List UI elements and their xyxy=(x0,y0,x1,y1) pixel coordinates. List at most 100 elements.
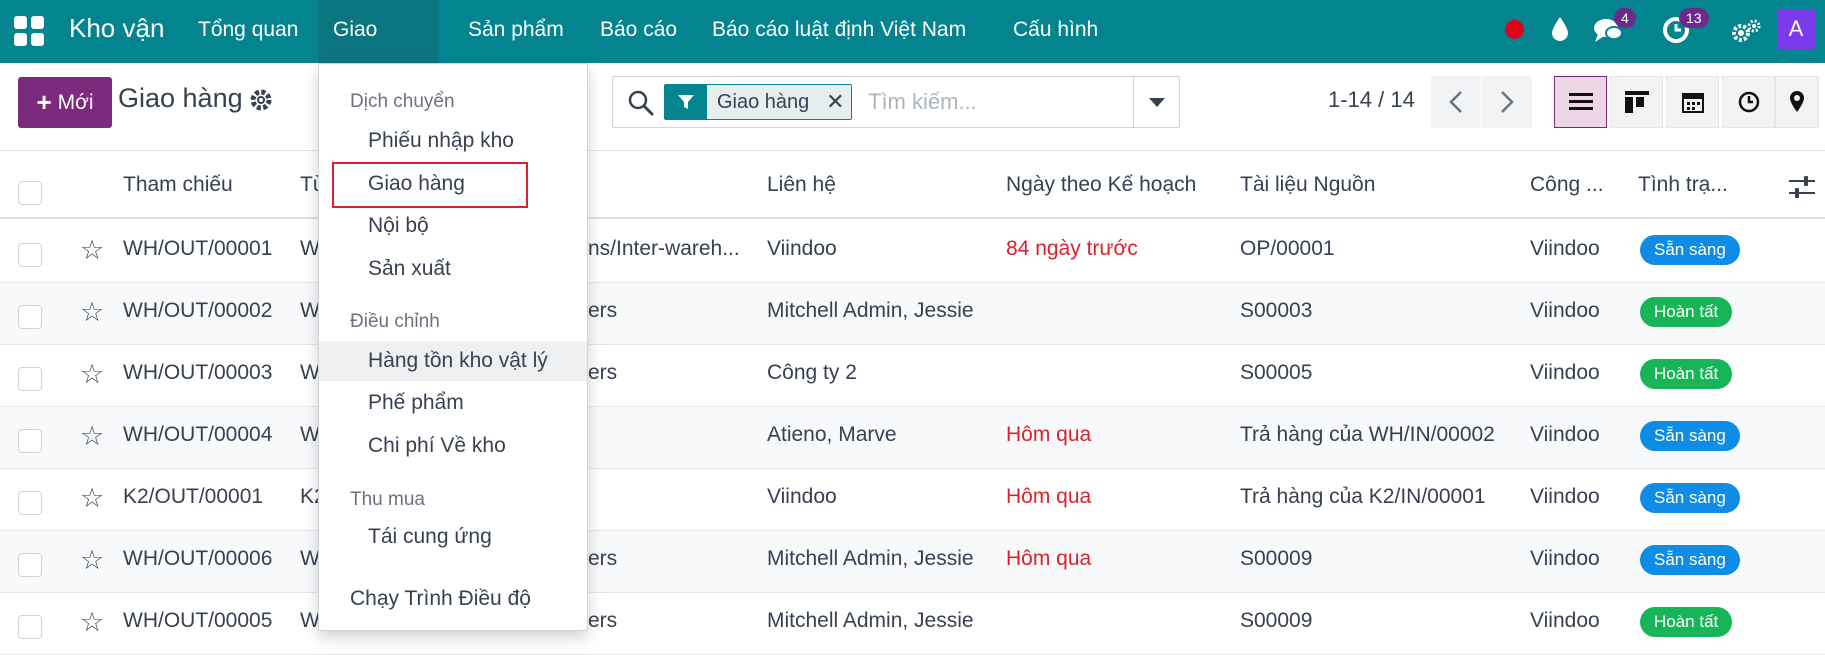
apps-menu-icon[interactable] xyxy=(14,16,44,46)
row-checkbox[interactable] xyxy=(18,243,42,267)
nav-overview[interactable]: Tổng quan xyxy=(183,0,313,63)
pager-previous-button[interactable] xyxy=(1431,76,1481,128)
menu-item-scrap[interactable]: Phế phẩm xyxy=(319,383,587,423)
cell-reference: WH/OUT/00001 xyxy=(123,237,273,260)
gear-icon[interactable] xyxy=(248,87,274,113)
page-title: Giao hàng xyxy=(118,83,243,113)
nav-products[interactable]: Sản phẩm xyxy=(453,0,579,63)
menu-item-manufacturing[interactable]: Sản xuất xyxy=(319,249,587,289)
star-icon[interactable]: ☆ xyxy=(80,545,104,576)
chevron-left-icon xyxy=(1449,91,1462,113)
pager-value[interactable]: 1-14 / 14 xyxy=(1328,87,1415,113)
column-scheduled-date[interactable]: Ngày theo Kế hoạch xyxy=(1006,173,1196,197)
cell-source-document: Trả hàng của K2/IN/00001 xyxy=(1240,485,1486,508)
column-status[interactable]: Tình trạ... xyxy=(1638,173,1728,197)
table-header: Tham chiếu Từ Liên hệ Ngày theo Kế hoạch… xyxy=(0,151,1825,219)
column-company[interactable]: Công ... xyxy=(1530,173,1604,197)
menu-item-internal[interactable]: Nội bộ xyxy=(319,206,587,246)
status-dot-icon[interactable] xyxy=(1505,20,1524,39)
star-icon[interactable]: ☆ xyxy=(80,235,104,266)
status-badge: Hoàn tất xyxy=(1640,607,1733,637)
cell-company: Viindoo xyxy=(1530,361,1600,384)
calendar-icon xyxy=(1681,93,1704,113)
filter-icon xyxy=(665,85,707,119)
facet-label: Giao hàng xyxy=(707,85,820,119)
map-pin-icon xyxy=(1790,91,1804,112)
list-view-button[interactable] xyxy=(1554,76,1607,128)
kanban-view-button[interactable] xyxy=(1610,76,1663,128)
section-procurement: Thu mua xyxy=(350,489,425,510)
cell-company: Viindoo xyxy=(1530,237,1600,260)
menu-item-landed-costs[interactable]: Chi phí Về kho xyxy=(319,426,587,466)
star-icon[interactable]: ☆ xyxy=(80,483,104,514)
cell-contact: Mitchell Admin, Jessie xyxy=(767,547,974,570)
menu-item-run-scheduler[interactable]: Chạy Trình Điều độ xyxy=(319,579,587,619)
chevron-down-icon xyxy=(1148,97,1165,107)
row-checkbox[interactable] xyxy=(18,553,42,577)
column-contact[interactable]: Liên hệ xyxy=(767,173,836,197)
star-icon[interactable]: ☆ xyxy=(80,297,104,328)
select-all-checkbox[interactable] xyxy=(18,181,42,205)
kanban-view-icon xyxy=(1624,91,1649,113)
menu-item-replenishment[interactable]: Tái cung ứng xyxy=(319,517,587,557)
status-badge: Sẵn sàng xyxy=(1640,235,1740,265)
activity-view-button[interactable] xyxy=(1722,76,1775,128)
table-row[interactable]: ☆ WH/OUT/00006 Wers Mitchell Admin, Jessie H… xyxy=(0,531,1825,593)
cell-source-document: S00003 xyxy=(1240,299,1313,322)
row-checkbox[interactable] xyxy=(18,367,42,391)
cell-company: Viindoo xyxy=(1530,609,1600,632)
column-reference[interactable]: Tham chiếu xyxy=(123,173,233,197)
row-checkbox[interactable] xyxy=(18,305,42,329)
row-checkbox[interactable] xyxy=(18,491,42,515)
star-icon[interactable]: ☆ xyxy=(80,359,104,390)
menu-item-deliveries[interactable]: Giao hàng xyxy=(319,164,587,204)
cell-reference: WH/OUT/00002 xyxy=(123,299,273,322)
cell-from: W xyxy=(300,361,318,384)
star-icon[interactable]: ☆ xyxy=(80,607,104,638)
close-icon[interactable]: ✕ xyxy=(819,85,852,119)
search-input[interactable] xyxy=(868,87,1148,117)
new-button[interactable]: + Mới xyxy=(18,77,112,128)
settings-gears-icon[interactable] xyxy=(1730,17,1762,45)
cell-source-document: Trả hàng của WH/IN/00002 xyxy=(1240,423,1495,446)
table-row[interactable]: ☆ WH/OUT/00004 W Atieno, Marve Hôm qua Trả hà… xyxy=(0,407,1825,469)
activities-count-badge: 13 xyxy=(1679,8,1709,28)
column-source-document[interactable]: Tài liệu Nguồn xyxy=(1240,173,1375,197)
cell-from: W xyxy=(300,237,318,260)
calendar-view-button[interactable] xyxy=(1666,76,1719,128)
nav-configuration[interactable]: Cấu hình xyxy=(998,0,1113,63)
cell-company: Viindoo xyxy=(1530,547,1600,570)
nav-vn-statutory-reports[interactable]: Báo cáo luật định Việt Nam xyxy=(697,0,981,63)
pager-next-button[interactable] xyxy=(1482,76,1532,128)
cell-source-document: S00005 xyxy=(1240,361,1313,384)
status-badge: Hoàn tất xyxy=(1640,359,1733,389)
menu-item-physical-inventory[interactable]: Hàng tồn kho vật lý xyxy=(319,341,587,381)
cell-contact: Mitchell Admin, Jessie xyxy=(767,299,974,322)
user-avatar[interactable]: A xyxy=(1777,9,1815,49)
optional-columns-icon[interactable] xyxy=(1789,175,1815,199)
search-facet: Giao hàng ✕ xyxy=(664,84,853,120)
table-row[interactable]: ☆ WH/OUT/00001 Wns/Inter-wareh... Viindoo 84… xyxy=(0,221,1825,283)
app-brand[interactable]: Kho vận xyxy=(69,13,164,44)
cell-reference: WH/OUT/00003 xyxy=(123,361,273,384)
menu-item-receipts[interactable]: Phiếu nhập kho xyxy=(319,121,587,161)
cell-scheduled-date: Hôm qua xyxy=(1006,547,1092,570)
cell-contact: Atieno, Marve xyxy=(767,423,897,446)
table-row[interactable]: ☆ WH/OUT/00002 Wers Mitchell Admin, Jessie S… xyxy=(0,283,1825,345)
star-icon[interactable]: ☆ xyxy=(80,421,104,452)
control-panel: + Mới Giao hàng Giao hàng ✕ 1-14 / 14 xyxy=(0,63,1825,151)
cell-scheduled-date: 84 ngày trước xyxy=(1006,237,1138,260)
section-transfers: Dịch chuyển xyxy=(350,91,455,112)
drop-icon[interactable] xyxy=(1550,15,1570,43)
map-view-button[interactable] xyxy=(1775,76,1819,128)
cell-scheduled-date: Hôm qua xyxy=(1006,423,1092,446)
cell-company: Viindoo xyxy=(1530,299,1600,322)
search-options-toggle[interactable] xyxy=(1133,77,1179,127)
row-checkbox[interactable] xyxy=(18,429,42,453)
nav-reporting[interactable]: Báo cáo xyxy=(585,0,692,63)
table-row[interactable]: ☆ K2/OUT/00001 K2 Viindoo Hôm qua Trả hàng củ… xyxy=(0,469,1825,531)
row-checkbox[interactable] xyxy=(18,615,42,639)
search-icon[interactable] xyxy=(627,89,655,117)
table-row[interactable]: ☆ WH/OUT/00003 Wers Công ty 2 S00005 Viindoo H… xyxy=(0,345,1825,407)
nav-operations[interactable]: Giao Nhận xyxy=(318,0,438,101)
